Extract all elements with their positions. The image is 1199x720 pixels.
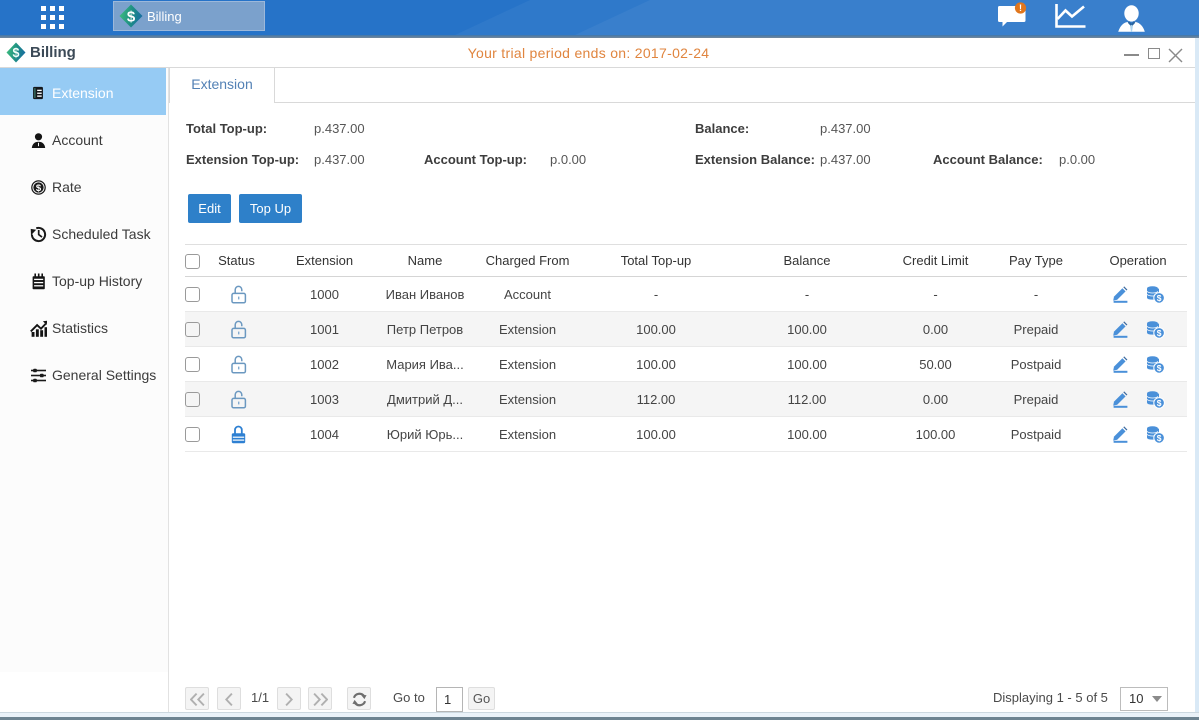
svg-text:$: $	[1157, 398, 1162, 408]
svg-text:!: !	[1019, 3, 1022, 13]
svg-text:$: $	[1157, 363, 1162, 373]
svg-text:$: $	[1157, 433, 1162, 443]
svg-text:$: $	[127, 9, 136, 26]
svg-text:$: $	[1157, 328, 1162, 338]
svg-text:$: $	[36, 183, 42, 194]
svg-text:$: $	[1157, 293, 1162, 303]
